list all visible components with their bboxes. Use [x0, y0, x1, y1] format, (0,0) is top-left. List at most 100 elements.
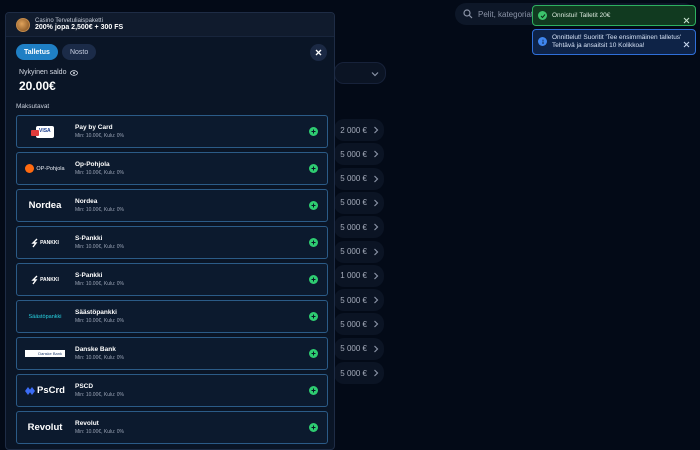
method-name: PSCD [75, 383, 94, 390]
chevron-right-icon [374, 150, 379, 158]
eye-icon[interactable] [70, 69, 79, 76]
chevron-right-icon [374, 320, 379, 328]
chevron-right-icon [374, 199, 379, 207]
method-name: Säästöpankki [75, 309, 117, 316]
nordea-logo-text: Nordea [28, 200, 62, 211]
add-icon[interactable] [309, 238, 318, 247]
saastopankki-logo: Säästöpankki [21, 301, 69, 332]
method-limits: Min: 10.00€, Kulu: 0% [75, 355, 124, 361]
background-list-item[interactable]: 5 000 € [334, 337, 384, 360]
add-icon[interactable] [309, 201, 318, 210]
chevron-right-icon [374, 272, 379, 280]
method-limits: Min: 10.00€, Kulu: 0% [75, 244, 124, 250]
background-list-item[interactable]: 5 000 € [334, 216, 384, 239]
chevron-down-icon [371, 72, 379, 77]
card-icon: VISA [21, 116, 69, 147]
tab-deposit[interactable]: Talletus [16, 44, 58, 60]
add-icon[interactable] [309, 275, 318, 284]
bonus-banner[interactable]: Casino Tervetuliaispaketti 200% jopa 2,5… [6, 13, 334, 37]
chevron-right-icon [374, 223, 379, 231]
pscrd-logo: PsCrd [21, 375, 69, 406]
payment-method-item[interactable]: Säästöpankki Säästöpankki Min: 10.00€, K… [16, 300, 328, 333]
deposit-drawer: Casino Tervetuliaispaketti 200% jopa 2,5… [5, 12, 335, 450]
bonus-offer: 200% jopa 2,500€ + 300 FS [35, 23, 124, 31]
success-toast-message: Onnistui! Talletit 20€ [552, 12, 611, 19]
method-name: Op-Pohjola [75, 161, 110, 168]
methods-heading: Maksutavat [16, 103, 50, 110]
card-logo-text: VISA [39, 127, 51, 134]
success-toast: Onnistui! Talletit 20€ [532, 5, 696, 26]
revolut-logo-text: Revolut [27, 422, 63, 433]
close-icon[interactable] [683, 11, 690, 24]
payment-method-item[interactable]: PANKKI S-Pankki Min: 10.00€, Kulu: 0% [16, 226, 328, 259]
payment-method-item[interactable]: VISA Pay by Card Min: 10.00€, Kulu: 0% [16, 115, 328, 148]
background-list-item[interactable]: 5 000 € [334, 143, 384, 166]
background-list-item[interactable]: 5 000 € [334, 240, 384, 263]
chevron-right-icon [374, 369, 379, 377]
payment-method-item[interactable]: Danske Bank Danske Bank Min: 10.00€, Kul… [16, 337, 328, 370]
s-pankki-logo-text: PANKKI [40, 239, 59, 246]
chevron-right-icon [374, 296, 379, 304]
op-pohjola-logo: OP-Pohjola [21, 153, 69, 184]
background-list-item[interactable]: 1 000 € [334, 264, 384, 287]
payment-method-item[interactable]: Revolut Revolut Min: 10.00€, Kulu: 0% [16, 411, 328, 444]
background-amount: 2 000 € [340, 125, 367, 135]
method-name: Danske Bank [75, 346, 116, 353]
balance-label-row: Nykyinen saldo [19, 69, 79, 76]
add-icon[interactable] [309, 386, 318, 395]
background-amount: 5 000 € [340, 319, 367, 329]
method-limits: Min: 10.00€, Kulu: 0% [75, 318, 124, 324]
payment-methods-list: VISA Pay by Card Min: 10.00€, Kulu: 0% O… [16, 115, 328, 448]
add-icon[interactable] [309, 349, 318, 358]
background-list-item[interactable]: 5 000 € [334, 362, 384, 384]
danske-bank-logo: Danske Bank [21, 338, 69, 369]
filter-select[interactable] [334, 62, 386, 84]
pscrd-logo-text: PsCrd [37, 385, 65, 396]
method-limits: Min: 10.00€, Kulu: 0% [75, 281, 124, 287]
s-pankki-logo: PANKKI [21, 264, 69, 295]
background-list-item[interactable]: 5 000 € [334, 191, 384, 214]
payment-method-item[interactable]: OP-Pohjola Op-Pohjola Min: 10.00€, Kulu:… [16, 152, 328, 185]
background-list-item[interactable]: 2 000 € [334, 119, 384, 141]
method-name: Nordea [75, 198, 98, 205]
background-list-item[interactable]: 5 000 € [334, 289, 384, 312]
payment-method-item[interactable]: Nordea Nordea Min: 10.00€, Kulu: 0% [16, 189, 328, 222]
background-amount: 5 000 € [340, 344, 367, 354]
add-icon[interactable] [309, 423, 318, 432]
chevron-right-icon [374, 248, 379, 255]
method-name: S-Pankki [75, 235, 103, 242]
method-limits: Min: 10.00€, Kulu: 0% [75, 133, 124, 139]
add-icon[interactable] [309, 164, 318, 173]
balance-label: Nykyinen saldo [19, 69, 67, 76]
check-icon [538, 11, 547, 20]
cashier-tabs: Talletus Nosto [16, 44, 97, 60]
close-button[interactable] [310, 44, 327, 61]
search-icon [463, 9, 473, 19]
add-icon[interactable] [309, 127, 318, 136]
method-limits: Min: 10.00€, Kulu: 0% [75, 392, 124, 398]
s-pankki-logo-text: PANKKI [40, 276, 59, 283]
info-toast-message: Onnittelut! Suoritit 'Tee ensimmäinen ta… [552, 34, 682, 50]
background-amount: 5 000 € [340, 198, 367, 208]
info-toast: Onnittelut! Suoritit 'Tee ensimmäinen ta… [532, 29, 696, 55]
close-icon[interactable] [683, 35, 690, 48]
payment-method-item[interactable]: PsCrd PSCD Min: 10.00€, Kulu: 0% [16, 374, 328, 407]
background-list-item[interactable]: 5 000 € [334, 167, 384, 190]
saastopankki-logo-text: Säästöpankki [28, 313, 62, 320]
op-logo-text: OP-Pohjola [36, 165, 65, 172]
method-limits: Min: 10.00€, Kulu: 0% [75, 170, 124, 176]
add-icon[interactable] [309, 312, 318, 321]
chevron-right-icon [374, 345, 379, 353]
tab-withdraw[interactable]: Nosto [61, 44, 97, 60]
close-icon [315, 49, 322, 56]
balance-value: 20.00€ [19, 79, 56, 93]
background-amount: 5 000 € [340, 247, 367, 256]
revolut-logo: Revolut [21, 412, 69, 443]
background-list-item[interactable]: 5 000 € [334, 313, 384, 336]
payment-method-item[interactable]: PANKKI S-Pankki Min: 10.00€, Kulu: 0% [16, 263, 328, 296]
casino-logo-icon [16, 17, 30, 32]
chevron-right-icon [374, 126, 379, 134]
nordea-logo: Nordea [21, 190, 69, 221]
method-name: S-Pankki [75, 272, 103, 279]
background-amount: 1 000 € [340, 271, 367, 281]
